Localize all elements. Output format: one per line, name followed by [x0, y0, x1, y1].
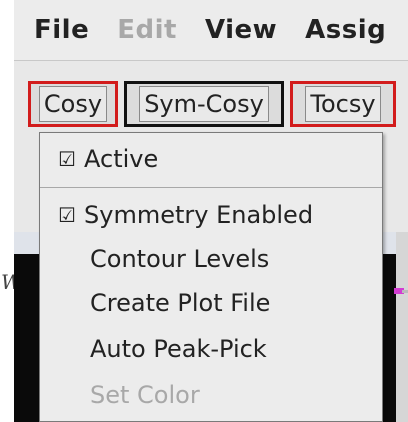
checkbox-checked-icon: ☑: [58, 203, 76, 227]
tab-tocsy-label: Tocsy: [305, 86, 381, 122]
menu-item-symmetry-enabled[interactable]: ☑ Symmetry Enabled: [40, 195, 382, 235]
menu-item-contour-levels-label: Contour Levels: [90, 245, 270, 273]
tab-sym-cosy-label: Sym-Cosy: [139, 86, 269, 122]
menu-item-set-color: Set Color: [40, 375, 382, 415]
menu-separator: [40, 187, 382, 188]
menu-item-active[interactable]: ☑ Active: [40, 139, 382, 179]
menu-item-set-color-label: Set Color: [90, 381, 200, 409]
tab-tocsy[interactable]: Tocsy: [290, 81, 396, 127]
menu-edit: Edit: [117, 15, 177, 45]
checkbox-checked-icon: ☑: [58, 147, 76, 171]
menu-file[interactable]: File: [34, 15, 89, 45]
menu-item-create-plot-file[interactable]: Create Plot File: [40, 283, 382, 323]
menu-assign[interactable]: Assig: [305, 15, 386, 45]
tab-cosy[interactable]: Cosy: [28, 81, 118, 127]
tab-sym-cosy[interactable]: Sym-Cosy: [124, 81, 284, 127]
menu-item-auto-peak-pick[interactable]: Auto Peak-Pick: [40, 329, 382, 369]
menu-item-contour-levels[interactable]: Contour Levels: [40, 239, 382, 279]
menu-item-create-plot-file-label: Create Plot File: [90, 289, 271, 317]
vertical-scrollbar[interactable]: [396, 232, 408, 422]
tab-cosy-label: Cosy: [38, 86, 108, 122]
menu-item-auto-peak-pick-label: Auto Peak-Pick: [90, 335, 267, 363]
menu-item-symmetry-enabled-label: Symmetry Enabled: [84, 201, 314, 229]
plot-tick: [402, 290, 408, 293]
menubar: File Edit View Assig: [14, 0, 408, 61]
menu-view[interactable]: View: [205, 15, 277, 45]
menu-item-active-label: Active: [84, 145, 159, 173]
left-background-strip: W: [0, 0, 22, 422]
context-menu: ☑ Active ☑ Symmetry Enabled Contour Leve…: [39, 132, 383, 422]
